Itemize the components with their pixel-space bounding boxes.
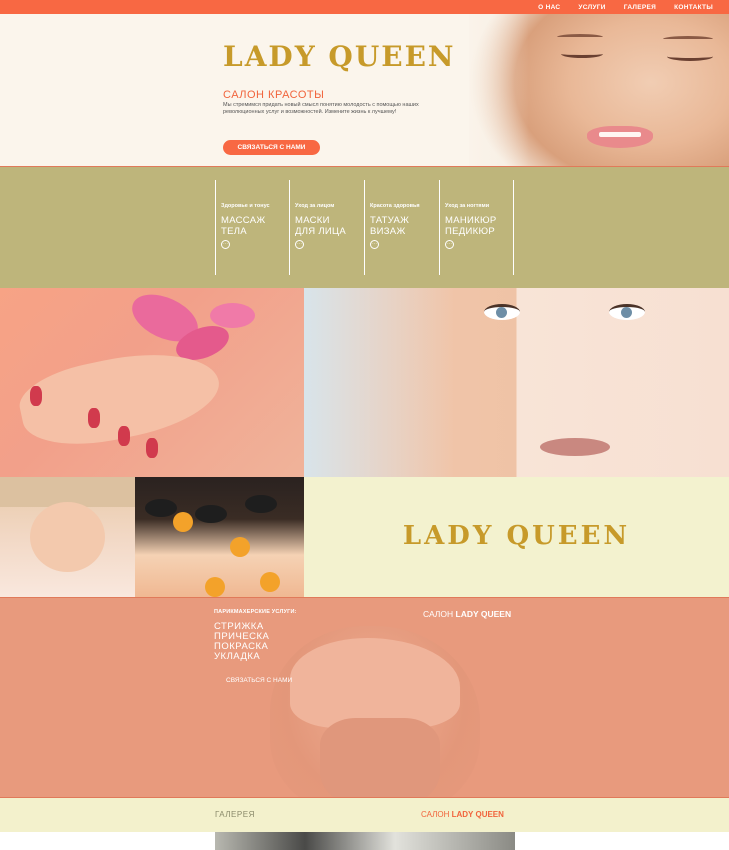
service-name: МАСКИ ДЛЯ ЛИЦА (295, 215, 346, 237)
service-category: Здоровье и тонус (221, 203, 270, 209)
service-category: Уход за лицом (295, 203, 335, 209)
top-nav-bar: О НАС УСЛУГИ ГАЛЕРЕЯ КОНТАКТЫ (0, 0, 729, 14)
more-icon[interactable]: ··· (295, 240, 304, 249)
hair-services-section: ПАРИКМАХЕРСКИЕ УСЛУГИ: СТРИЖКА ПРИЧЕСКА … (0, 597, 729, 797)
hero-logo-title: LADY QUEEN (223, 40, 456, 73)
service-card-masks[interactable]: Уход за лицом МАСКИ ДЛЯ ЛИЦА ··· (289, 180, 364, 275)
logo-text: LADY QUEEN (402, 521, 631, 551)
list-item: УКЛАДКА (214, 651, 261, 662)
service-category: Красота здоровья (370, 203, 420, 209)
salon-caption-bottom: САЛОН LADY QUEEN (421, 810, 504, 819)
hair-services-list: СТРИЖКА ПРИЧЕСКА ПОКРАСКА УКЛАДКА (214, 622, 269, 662)
hero-subtitle: САЛОН КРАСОТЫ (223, 89, 325, 101)
service-card-tattoo[interactable]: Красота здоровья ТАТУАЖ ВИЗАЖ ··· (364, 180, 439, 275)
nav-link-services[interactable]: УСЛУГИ (578, 4, 605, 11)
more-icon[interactable]: ··· (221, 240, 230, 249)
hero-description: Мы стремимся придать новый смысл понятию… (223, 102, 419, 115)
salon-caption: САЛОН LADY QUEEN (423, 609, 512, 619)
main-nav: О НАС УСЛУГИ ГАЛЕРЕЯ КОНТАКТЫ (538, 0, 713, 14)
more-icon[interactable]: ··· (370, 240, 379, 249)
nav-link-gallery[interactable]: ГАЛЕРЕЯ (624, 4, 656, 11)
nav-link-about[interactable]: О НАС (538, 4, 560, 11)
services-section: Здоровье и тонус МАССАЖ ТЕЛА ··· Уход за … (0, 166, 729, 288)
gallery-bar: ГАЛЕРЕЯ САЛОН LADY QUEEN (0, 797, 729, 832)
gallery-image-face[interactable] (304, 288, 729, 477)
gallery-image-manicure[interactable] (0, 288, 304, 477)
service-category: Уход за ногтями (445, 203, 490, 209)
gallery-image-stone-therapy[interactable] (135, 477, 304, 597)
service-card-manicure[interactable]: Уход за ногтями МАНИКЮР ПЕДИКЮР ··· (439, 180, 514, 275)
nav-link-contacts[interactable]: КОНТАКТЫ (674, 4, 713, 11)
gallery-image-strip[interactable] (215, 832, 515, 850)
service-name: ТАТУАЖ ВИЗАЖ (370, 215, 410, 237)
hair-contact-link[interactable]: СВЯЗАТЬСЯ С НАМИ (226, 677, 292, 684)
logo-tile: LADY QUEEN (304, 477, 729, 597)
hero-section: LADY QUEEN САЛОН КРАСОТЫ Мы стремимся пр… (0, 14, 729, 166)
gallery-link[interactable]: ГАЛЕРЕЯ (215, 810, 255, 819)
more-icon[interactable]: ··· (445, 240, 454, 249)
service-name: МАССАЖ ТЕЛА (221, 215, 266, 237)
service-card-massage[interactable]: Здоровье и тонус МАССАЖ ТЕЛА ··· (215, 180, 290, 275)
contact-us-button[interactable]: СВЯЗАТЬСЯ С НАМИ (223, 140, 320, 155)
gallery-image-facial-massage[interactable] (0, 477, 135, 597)
hair-services-label: ПАРИКМАХЕРСКИЕ УСЛУГИ: (214, 609, 297, 615)
service-name: МАНИКЮР ПЕДИКЮР (445, 215, 497, 237)
